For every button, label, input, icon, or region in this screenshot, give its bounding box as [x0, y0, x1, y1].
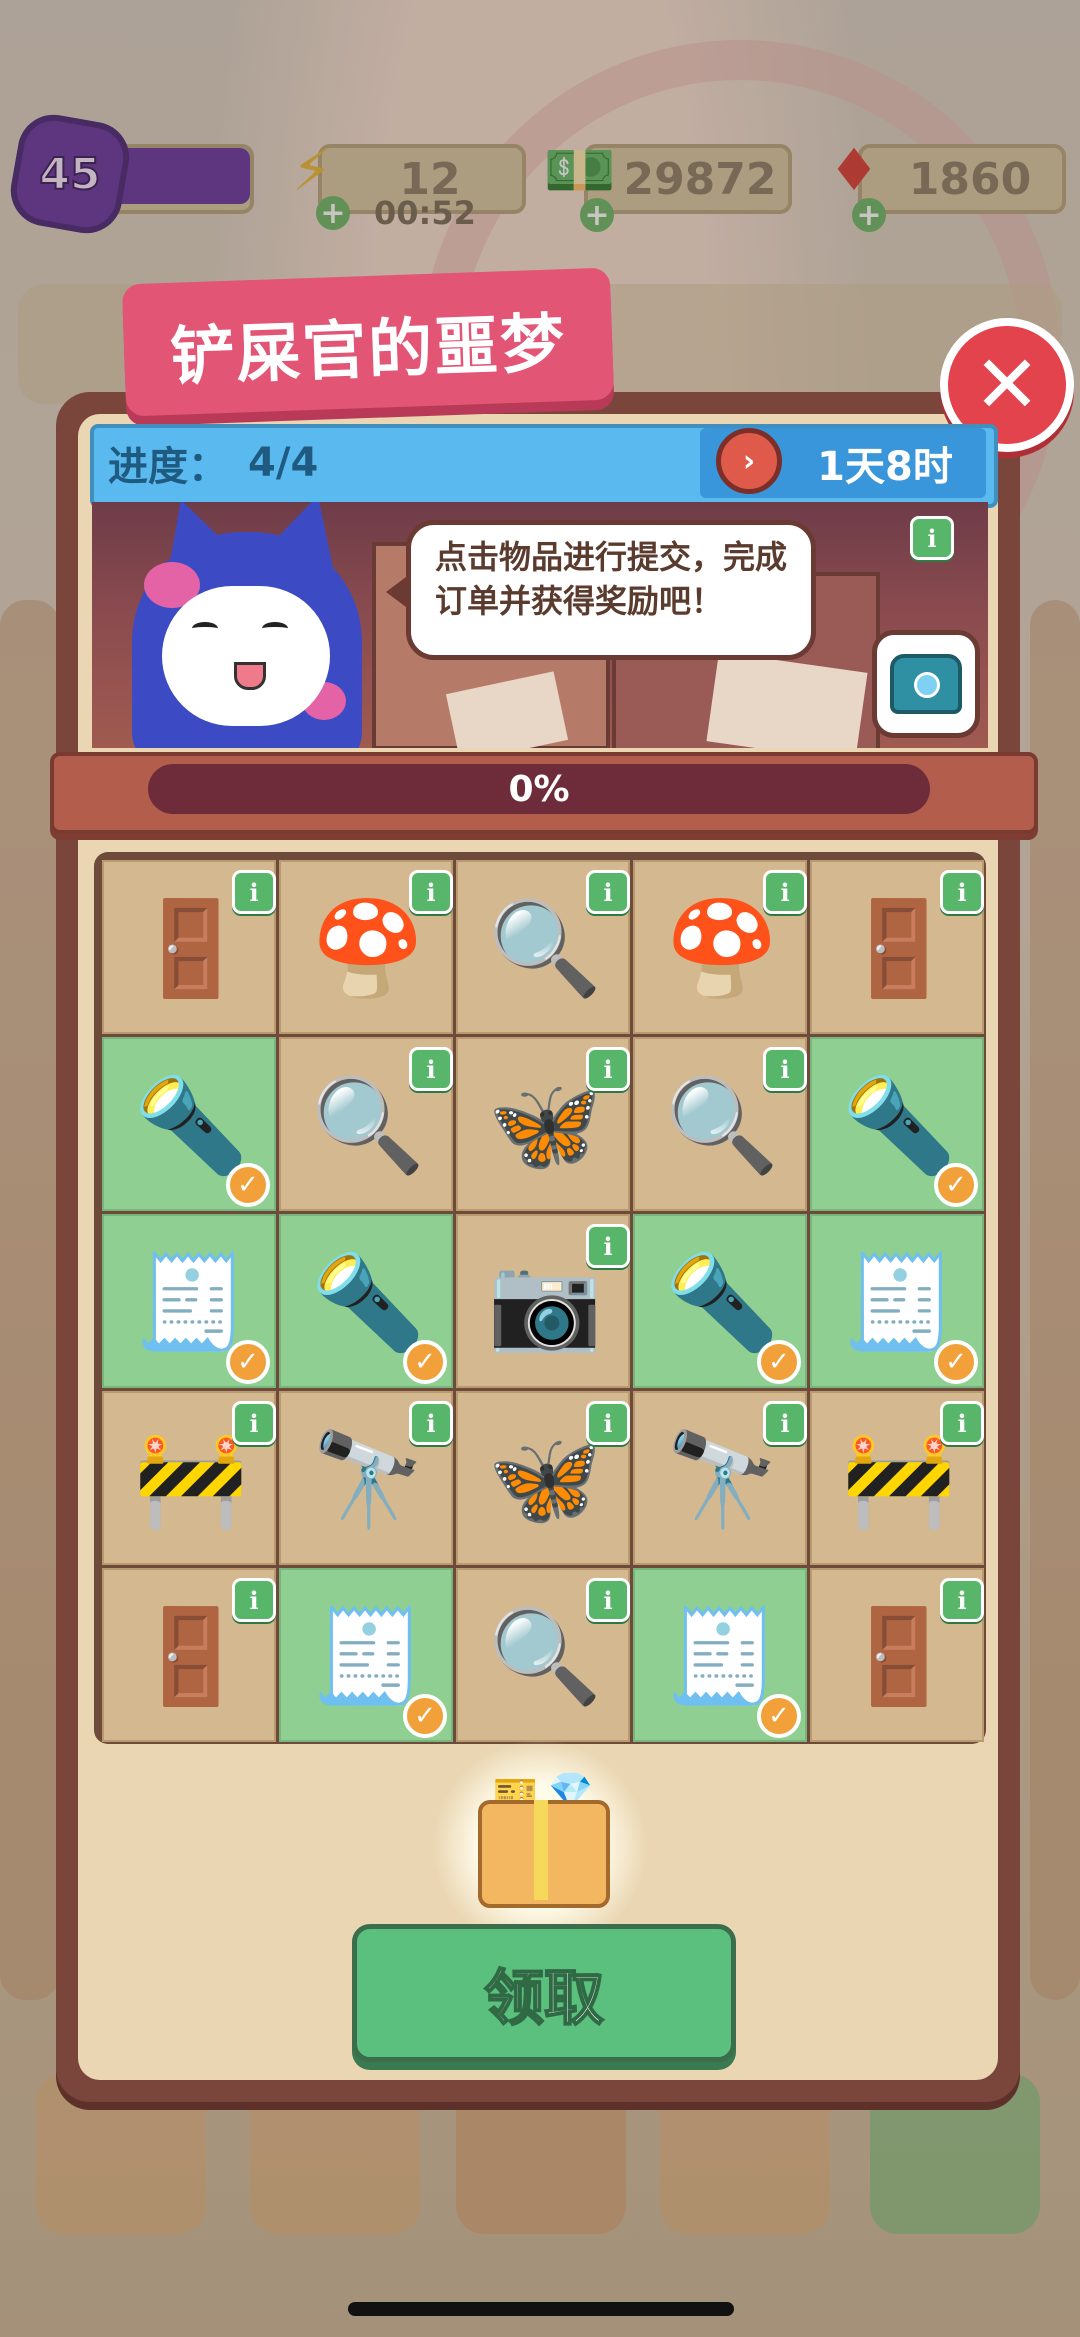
- checkmark-icon: ✓: [226, 1340, 270, 1384]
- item-info-icon[interactable]: i: [586, 1224, 630, 1268]
- grid-cell-magnifying-glass[interactable]: 🔍 i: [456, 1568, 630, 1742]
- scene-info-icon[interactable]: i: [910, 516, 954, 560]
- grid-cell-door-handle-alarm[interactable]: 🚪 i: [810, 860, 984, 1034]
- grid-cell-magnifying-glass[interactable]: 🔍 i: [633, 1037, 807, 1211]
- item-info-icon[interactable]: i: [586, 1047, 630, 1091]
- item-grid: 🚪 i 🍄 i 🔍 i 🍄 i 🚪 i 🔦 ✓ 🔍 i 🦋 i 🔍 i 🔦 ✓ 🧾 ✓ 🔦 ✓ 📷 i 🔦 ✓ 🧾 ✓ 🚧 i 🔭 i 🦋 i 🔭 i 🚧 i…: [94, 852, 986, 1744]
- checkmark-icon: ✓: [934, 1163, 978, 1207]
- checkmark-icon: ✓: [403, 1694, 447, 1738]
- reward-chest-button[interactable]: [872, 630, 980, 738]
- item-info-icon[interactable]: i: [409, 870, 453, 914]
- progress-percent: 0%: [508, 768, 570, 810]
- grid-cell-door-handle-alarm[interactable]: 🚪 i: [102, 1568, 276, 1742]
- claim-button[interactable]: 领取: [352, 1924, 736, 2062]
- item-info-icon[interactable]: i: [940, 870, 984, 914]
- checkmark-icon: ✓: [757, 1340, 801, 1384]
- item-info-icon[interactable]: i: [940, 1578, 984, 1622]
- grid-cell-evidence-bag[interactable]: 🧾 ✓: [633, 1568, 807, 1742]
- checkmark-icon: ✓: [934, 1340, 978, 1384]
- item-info-icon[interactable]: i: [586, 1401, 630, 1445]
- grid-cell-mushroom-cluster[interactable]: 🍄 i: [279, 860, 453, 1034]
- grid-cell-road-barrier[interactable]: 🚧 i: [810, 1391, 984, 1565]
- cat-mouth: [234, 662, 266, 690]
- grid-cell-door-handle-alarm[interactable]: 🚪 i: [102, 860, 276, 1034]
- home-indicator: [348, 2302, 734, 2316]
- cat-eye: [262, 622, 288, 635]
- treasure-chest-icon: [890, 654, 962, 714]
- item-info-icon[interactable]: i: [409, 1401, 453, 1445]
- dialog-title: 铲屎官的噩梦: [169, 307, 568, 395]
- grid-cell-magnifying-glass[interactable]: 🔍 i: [456, 860, 630, 1034]
- grid-cell-moth[interactable]: 🦋 i: [456, 1391, 630, 1565]
- grid-cell-door-handle-alarm[interactable]: 🚪 i: [810, 1568, 984, 1742]
- grid-cell-flashlight[interactable]: 🔦 ✓: [102, 1037, 276, 1211]
- cat-eye: [192, 622, 218, 635]
- item-info-icon[interactable]: i: [409, 1047, 453, 1091]
- item-info-icon[interactable]: i: [586, 870, 630, 914]
- checkmark-icon: ✓: [757, 1694, 801, 1738]
- item-info-icon[interactable]: i: [232, 870, 276, 914]
- grid-cell-binoculars[interactable]: 🔭 i: [279, 1391, 453, 1565]
- progress-label: 进度：: [108, 444, 228, 490]
- progress-text: 进度： 4/4: [108, 430, 318, 496]
- grid-cell-evidence-bag[interactable]: 🧾 ✓: [810, 1214, 984, 1388]
- speech-bubble: 点击物品进行提交，完成订单并获得奖励吧！: [406, 520, 816, 660]
- grid-cell-flashlight[interactable]: 🔦 ✓: [633, 1214, 807, 1388]
- item-info-icon[interactable]: i: [232, 1401, 276, 1445]
- grid-cell-moth[interactable]: 🦋 i: [456, 1037, 630, 1211]
- item-info-icon[interactable]: i: [763, 1401, 807, 1445]
- time-remaining: 1天8时: [817, 444, 953, 490]
- item-info-icon[interactable]: i: [232, 1578, 276, 1622]
- progress-value: 4/4: [248, 440, 319, 486]
- grid-cell-binoculars[interactable]: 🔭 i: [633, 1391, 807, 1565]
- reward-ribbon: [534, 1800, 548, 1900]
- grid-cell-flashlight[interactable]: 🔦 ✓: [279, 1214, 453, 1388]
- grid-cell-mushroom-cluster[interactable]: 🍄 i: [633, 860, 807, 1034]
- clock-icon: ›: [716, 428, 782, 494]
- grid-cell-magnifying-glass[interactable]: 🔍 i: [279, 1037, 453, 1211]
- grid-cell-road-barrier[interactable]: 🚧 i: [102, 1391, 276, 1565]
- checkmark-icon: ✓: [403, 1340, 447, 1384]
- item-info-icon[interactable]: i: [586, 1578, 630, 1622]
- cat-face: [162, 586, 330, 726]
- close-icon: ✕: [973, 338, 1041, 431]
- grid-cell-evidence-bag[interactable]: 🧾 ✓: [102, 1214, 276, 1388]
- grid-cell-evidence-bag[interactable]: 🧾 ✓: [279, 1568, 453, 1742]
- grid-cell-camera[interactable]: 📷 i: [456, 1214, 630, 1388]
- item-info-icon[interactable]: i: [763, 870, 807, 914]
- item-info-icon[interactable]: i: [940, 1401, 984, 1445]
- item-info-icon[interactable]: i: [763, 1047, 807, 1091]
- grid-cell-flashlight[interactable]: 🔦 ✓: [810, 1037, 984, 1211]
- checkmark-icon: ✓: [226, 1163, 270, 1207]
